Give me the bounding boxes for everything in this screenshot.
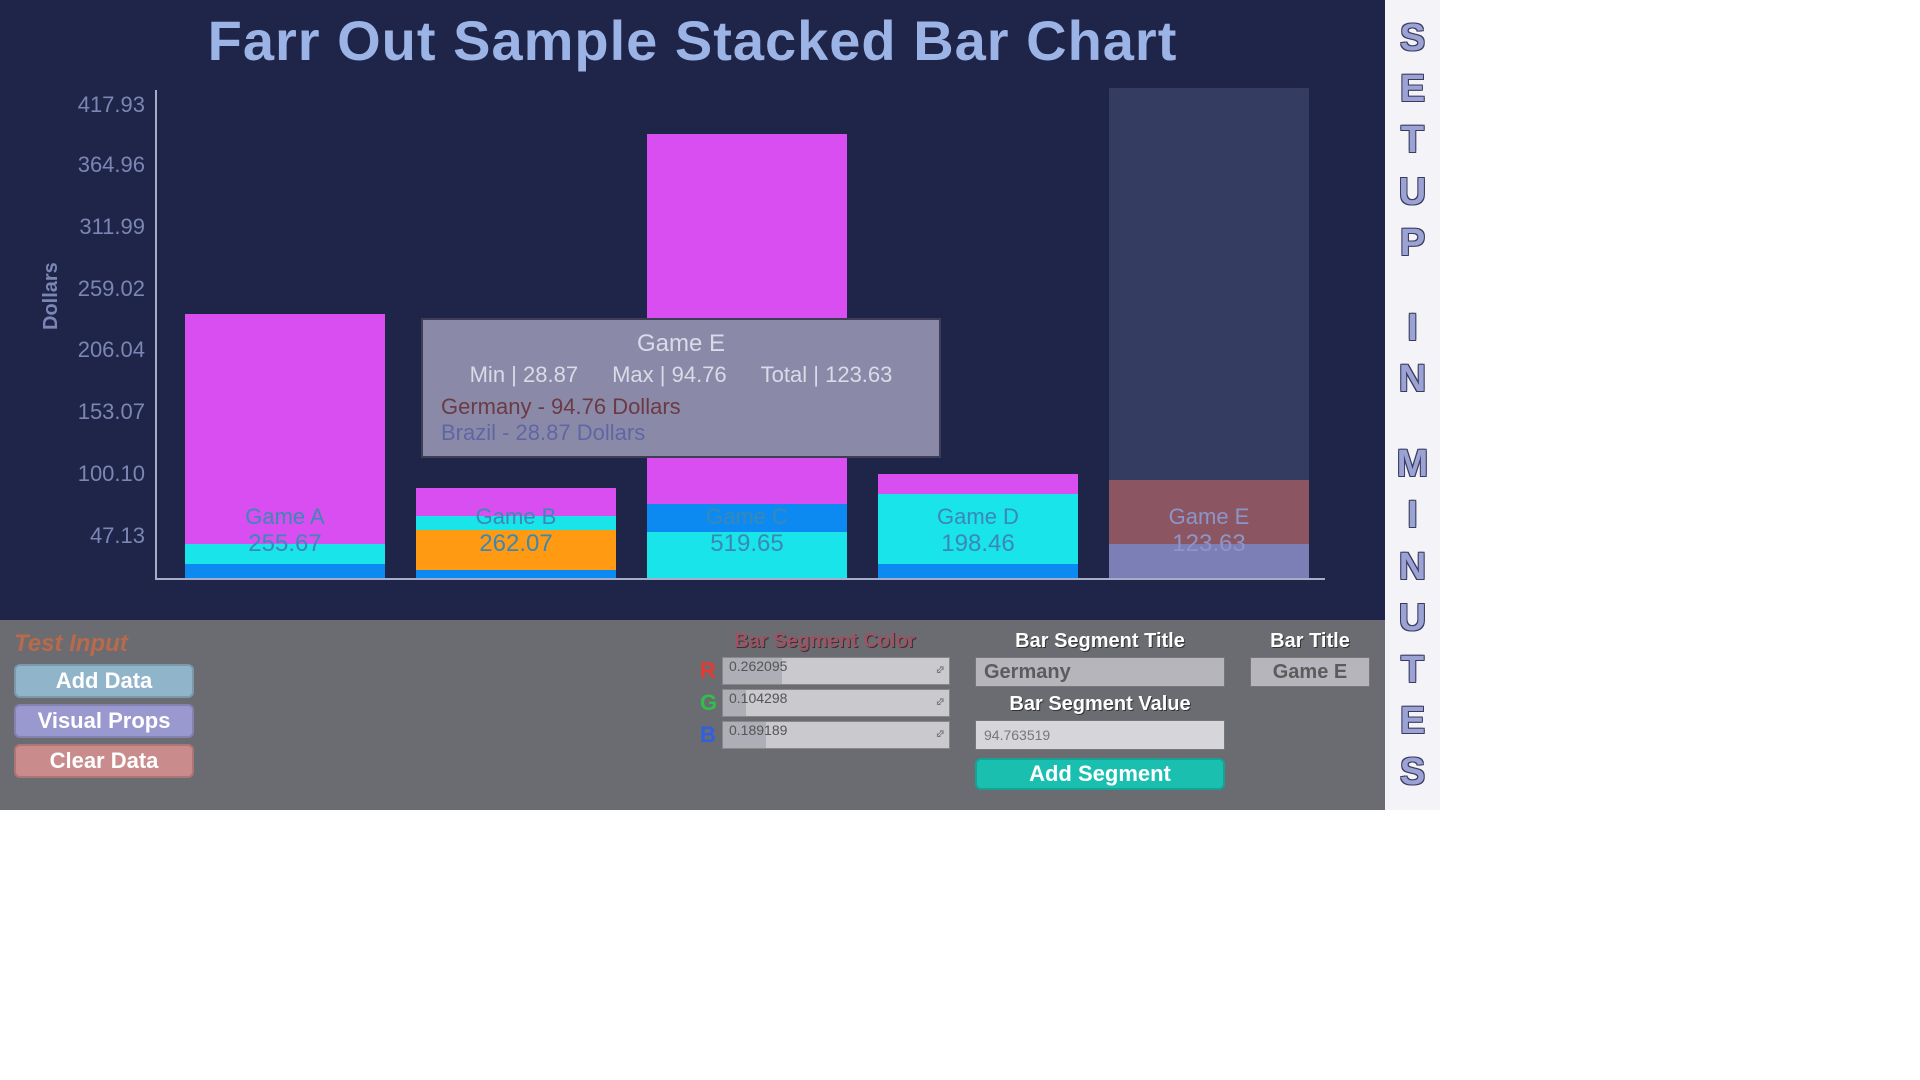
bar-segment[interactable] xyxy=(878,474,1078,494)
g-label: G xyxy=(700,690,716,716)
side-banner: SETUPINMINUTES xyxy=(1385,0,1440,810)
chart-title: Farr Out Sample Stacked Bar Chart xyxy=(0,0,1385,73)
controls-panel: Test Input Add Data Visual Props Clear D… xyxy=(0,620,1385,810)
y-tick: 259.02 xyxy=(70,276,145,302)
add-segment-button[interactable]: Add Segment xyxy=(975,758,1225,790)
y-tick: 417.93 xyxy=(70,92,145,118)
tooltip-title: Game E xyxy=(441,330,921,358)
tooltip-stats: Min | 28.87 Max | 94.76 Total | 123.63 xyxy=(441,362,921,388)
bar-segment[interactable] xyxy=(185,544,385,564)
side-letter: N xyxy=(1399,360,1426,398)
bar-title-label: Bar Title xyxy=(1250,630,1370,653)
bar-game-a[interactable]: Game A 255.67 xyxy=(185,314,385,578)
y-tick: 206.04 xyxy=(70,337,145,363)
segment-value-label: Bar Segment Value xyxy=(975,693,1225,716)
bar-segment[interactable] xyxy=(878,564,1078,578)
side-letter: U xyxy=(1399,173,1426,211)
y-tick: 364.96 xyxy=(70,152,145,178)
side-letter: U xyxy=(1399,599,1426,637)
bar-game-b[interactable]: Game B 262.07 xyxy=(416,488,616,578)
side-letter: S xyxy=(1400,19,1425,57)
bar-segment[interactable] xyxy=(416,570,616,578)
bar-title-input[interactable]: Game E xyxy=(1250,657,1370,687)
bar-segment[interactable] xyxy=(647,504,847,532)
bar-segment[interactable] xyxy=(416,488,616,516)
side-letter: E xyxy=(1400,702,1425,740)
tooltip-line: Germany - 94.76 Dollars xyxy=(441,394,921,420)
y-axis-label: Dollars xyxy=(40,262,63,330)
side-letter: P xyxy=(1400,224,1425,262)
segment-value-input[interactable]: 94.763519 xyxy=(975,720,1225,750)
bar-segment[interactable] xyxy=(1109,544,1309,578)
g-input[interactable]: 0.104298 xyxy=(722,689,950,717)
bar-segment[interactable] xyxy=(647,532,847,578)
b-label: B xyxy=(700,722,716,748)
plot-area: Game A 255.67 Game B 262.07 xyxy=(155,90,1325,580)
y-axis-line xyxy=(155,90,157,580)
segment-color-label: Bar Segment Color xyxy=(700,630,950,653)
side-letter: M xyxy=(1397,445,1429,483)
side-letter: I xyxy=(1407,309,1418,347)
add-data-button[interactable]: Add Data xyxy=(14,664,194,698)
side-letter: T xyxy=(1401,651,1424,689)
y-tick: 47.13 xyxy=(70,523,145,549)
side-letter: T xyxy=(1401,121,1424,159)
r-input[interactable]: 0.262095 xyxy=(722,657,950,685)
bar-tooltip: Game E Min | 28.87 Max | 94.76 Total | 1… xyxy=(421,318,941,458)
y-tick: 153.07 xyxy=(70,399,145,425)
bar-game-d[interactable]: Game D 198.46 xyxy=(878,474,1078,578)
side-letter: N xyxy=(1399,548,1426,586)
segment-title-label: Bar Segment Title xyxy=(975,630,1225,653)
clear-data-button[interactable]: Clear Data xyxy=(14,744,194,778)
x-axis-line xyxy=(155,578,1325,580)
bar-segment[interactable] xyxy=(1109,480,1309,544)
b-input[interactable]: 0.189189 xyxy=(722,721,950,749)
bar-segment[interactable] xyxy=(185,314,385,544)
r-label: R xyxy=(700,658,716,684)
bar-segment[interactable] xyxy=(416,516,616,530)
bar-segment[interactable] xyxy=(878,494,1078,564)
y-tick: 100.10 xyxy=(70,461,145,487)
side-letter: S xyxy=(1400,753,1425,791)
visual-props-button[interactable]: Visual Props xyxy=(14,704,194,738)
tooltip-line: Brazil - 28.87 Dollars xyxy=(441,420,921,446)
bar-game-e[interactable]: Game E 123.63 xyxy=(1109,480,1309,578)
bar-segment[interactable] xyxy=(185,564,385,578)
side-letter: I xyxy=(1407,496,1418,534)
side-letter: E xyxy=(1400,70,1425,108)
bar-segment[interactable] xyxy=(416,530,616,570)
segment-title-input[interactable]: Germany xyxy=(975,657,1225,687)
y-tick: 311.99 xyxy=(70,214,145,240)
